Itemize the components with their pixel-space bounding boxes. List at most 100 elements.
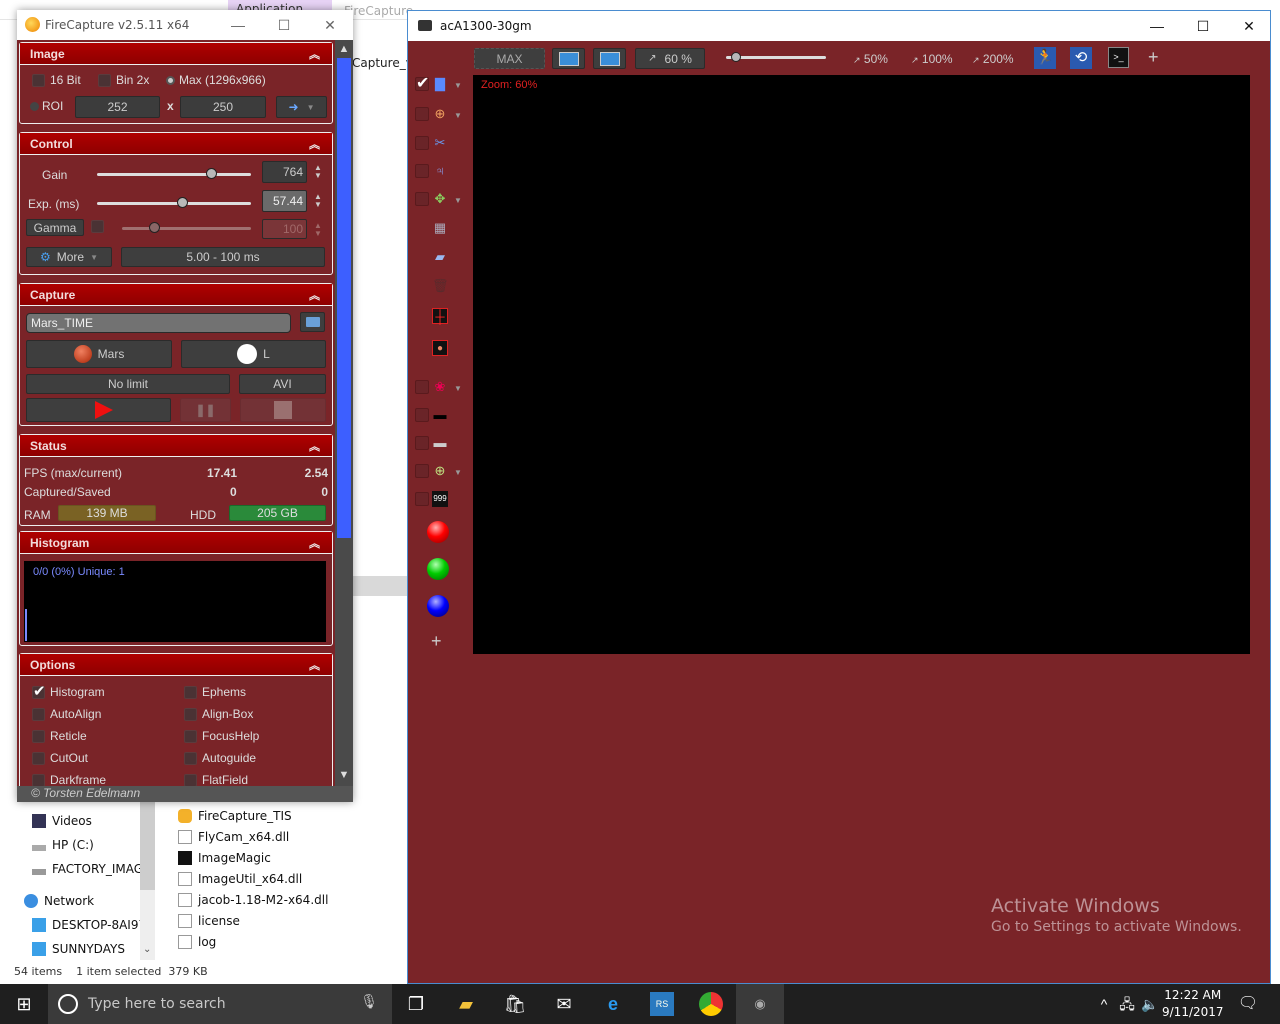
scroll-up-icon[interactable]: ▲ bbox=[335, 40, 353, 58]
zoom-current-button[interactable]: ↗ 60 % bbox=[635, 48, 705, 69]
taskbar-search-box[interactable]: Type here to search 🎙 bbox=[48, 984, 392, 1024]
more-button[interactable]: ⚙ More ▼ bbox=[26, 247, 112, 267]
option-checkbox[interactable] bbox=[184, 752, 197, 765]
zoom-200-button[interactable]: ↗ 200% bbox=[972, 52, 1014, 66]
camera-maximize-button[interactable]: ☐ bbox=[1180, 11, 1226, 41]
capture-limit-button[interactable]: No limit bbox=[26, 374, 230, 394]
option-checkbox[interactable] bbox=[184, 730, 197, 743]
option-checkbox[interactable] bbox=[32, 752, 45, 765]
add-tool-icon[interactable]: + bbox=[431, 631, 442, 652]
minimize-button[interactable]: — bbox=[215, 10, 261, 40]
gamma-slider-handle[interactable] bbox=[149, 222, 161, 233]
chevron-down-icon[interactable]: ▼ bbox=[454, 468, 462, 477]
gamma-button[interactable]: Gamma bbox=[26, 219, 84, 236]
file-explorer-taskbar-icon[interactable]: ▰ bbox=[454, 992, 478, 1016]
red-channel-icon[interactable] bbox=[427, 521, 449, 543]
grid-overlay-icon[interactable]: ┼ bbox=[432, 308, 448, 324]
capture-folder-button[interactable] bbox=[300, 312, 325, 332]
max-radio[interactable] bbox=[166, 76, 175, 85]
task-view-icon[interactable]: ❐ bbox=[404, 992, 428, 1016]
dots-overlay-icon[interactable]: ● bbox=[432, 340, 448, 356]
reticle-checkbox[interactable] bbox=[415, 136, 429, 150]
16bit-checkbox[interactable] bbox=[32, 74, 45, 87]
jupiter-symbol-icon[interactable]: ♃ bbox=[432, 163, 448, 179]
nav-item-hp-c[interactable]: HP (C:) bbox=[32, 838, 94, 852]
collapse-icon[interactable]: ︽ bbox=[309, 287, 320, 303]
gamma-checkbox[interactable] bbox=[91, 220, 104, 233]
file-item[interactable]: FlyCam_x64.dll bbox=[178, 830, 289, 844]
zoom-50-button[interactable]: ↗ 50% bbox=[853, 52, 888, 66]
target-icon[interactable]: ⊕ bbox=[432, 463, 448, 479]
chevron-down-icon[interactable]: ▼ bbox=[454, 196, 462, 205]
control-panel-header[interactable]: Control ︽ bbox=[20, 133, 332, 155]
trash-icon[interactable]: 🗑 bbox=[432, 278, 449, 294]
firecapture-scrollbar[interactable]: ▲ ▼ bbox=[335, 40, 353, 786]
object-select-button[interactable]: Mars bbox=[26, 340, 172, 368]
camera-roll-icon[interactable]: ▦ bbox=[432, 220, 448, 236]
option-checkbox[interactable] bbox=[32, 682, 46, 700]
history-icon[interactable]: ⟲ bbox=[1070, 47, 1092, 69]
bin2x-checkbox[interactable] bbox=[98, 74, 111, 87]
nav-scrollbar-thumb[interactable] bbox=[140, 790, 155, 890]
planet-crosshair-checkbox[interactable] bbox=[415, 107, 429, 121]
file-item[interactable]: ImageMagic bbox=[178, 851, 271, 865]
option-checkbox[interactable] bbox=[184, 686, 197, 699]
nav-item-network[interactable]: Network bbox=[24, 894, 94, 908]
registax-icon[interactable]: RS bbox=[650, 992, 674, 1016]
file-item[interactable]: log bbox=[178, 935, 216, 949]
action-center-icon[interactable]: 🗨 bbox=[1236, 992, 1260, 1016]
histogram-icon[interactable]: ▇ bbox=[432, 76, 448, 92]
explorer-path[interactable]: Capture_v bbox=[352, 56, 413, 70]
camera-preview[interactable]: Zoom: 60% bbox=[473, 75, 1250, 654]
exposure-range-button[interactable]: 5.00 - 100 ms bbox=[121, 247, 325, 267]
folder-icon[interactable]: ▰ bbox=[432, 249, 448, 265]
filename-input[interactable]: Mars_TIME bbox=[26, 313, 291, 333]
nav-item-factory-image[interactable]: FACTORY_IMAG bbox=[32, 862, 143, 876]
zoom-slider-handle[interactable] bbox=[731, 52, 741, 62]
maximize-button[interactable]: ☐ bbox=[261, 10, 307, 40]
roi-height-input[interactable]: 250 bbox=[180, 96, 266, 118]
chevron-down-icon[interactable]: ▼ bbox=[454, 111, 462, 120]
counter-checkbox[interactable] bbox=[415, 492, 429, 506]
green-channel-icon[interactable] bbox=[427, 558, 449, 580]
system-clock[interactable]: 12:22 AM 9/11/2017 bbox=[1162, 987, 1224, 1021]
chevron-down-icon[interactable]: ▼ bbox=[454, 384, 462, 393]
gain-input[interactable]: 764 bbox=[262, 161, 307, 183]
network-tray-icon[interactable]: 🖧 bbox=[1115, 992, 1139, 1016]
file-item[interactable]: license bbox=[178, 914, 240, 928]
scissors-icon[interactable]: ✂ bbox=[432, 135, 448, 151]
scroll-down-icon[interactable]: ▼ bbox=[335, 766, 353, 784]
roi-apply-button[interactable]: ➜ ▼ bbox=[276, 96, 327, 118]
microphone-icon[interactable]: 🎙 bbox=[360, 994, 378, 1010]
collapse-icon[interactable]: ︽ bbox=[309, 438, 320, 454]
gain-slider-track[interactable] bbox=[97, 173, 251, 176]
show-hidden-icons[interactable]: ^ bbox=[1092, 992, 1116, 1016]
filter-select-button[interactable]: L bbox=[181, 340, 326, 368]
planet-crosshair-icon[interactable]: ⊕ bbox=[432, 106, 448, 122]
gamma-input[interactable]: 100 bbox=[262, 219, 307, 239]
gamma-spinner[interactable]: ▲ ▼ bbox=[312, 222, 324, 238]
internet-explorer-icon[interactable]: e bbox=[601, 992, 625, 1016]
collapse-icon[interactable]: ︽ bbox=[309, 535, 320, 551]
exposure-slider-handle[interactable] bbox=[176, 197, 188, 208]
start-capture-button[interactable] bbox=[26, 398, 171, 422]
mail-icon[interactable]: ✉ bbox=[552, 992, 576, 1016]
histogram-panel-header[interactable]: Histogram ︽ bbox=[20, 532, 332, 554]
volume-icon[interactable]: 🔈 bbox=[1138, 992, 1162, 1016]
roi-width-input[interactable]: 252 bbox=[75, 96, 160, 118]
nav-item-sunnydays[interactable]: SUNNYDAYS bbox=[32, 942, 125, 956]
image-panel-header[interactable]: Image ︽ bbox=[20, 43, 332, 65]
chrome-icon[interactable] bbox=[699, 992, 723, 1016]
move-checkbox[interactable] bbox=[415, 192, 429, 206]
exposure-slider-track[interactable] bbox=[97, 202, 251, 205]
gray-level-checkbox[interactable] bbox=[415, 436, 429, 450]
option-checkbox[interactable] bbox=[32, 708, 45, 721]
target-checkbox[interactable] bbox=[415, 464, 429, 478]
file-item[interactable]: FireCapture_TIS bbox=[178, 809, 292, 823]
add-toolbar-icon[interactable]: + bbox=[1148, 47, 1159, 68]
scroll-down-icon[interactable]: ⌄ bbox=[143, 944, 151, 955]
option-checkbox[interactable] bbox=[32, 774, 45, 786]
options-panel-header[interactable]: Options ︽ bbox=[20, 654, 332, 676]
camera-close-button[interactable]: ✕ bbox=[1226, 11, 1272, 41]
capture-panel-header[interactable]: Capture ︽ bbox=[20, 284, 332, 306]
